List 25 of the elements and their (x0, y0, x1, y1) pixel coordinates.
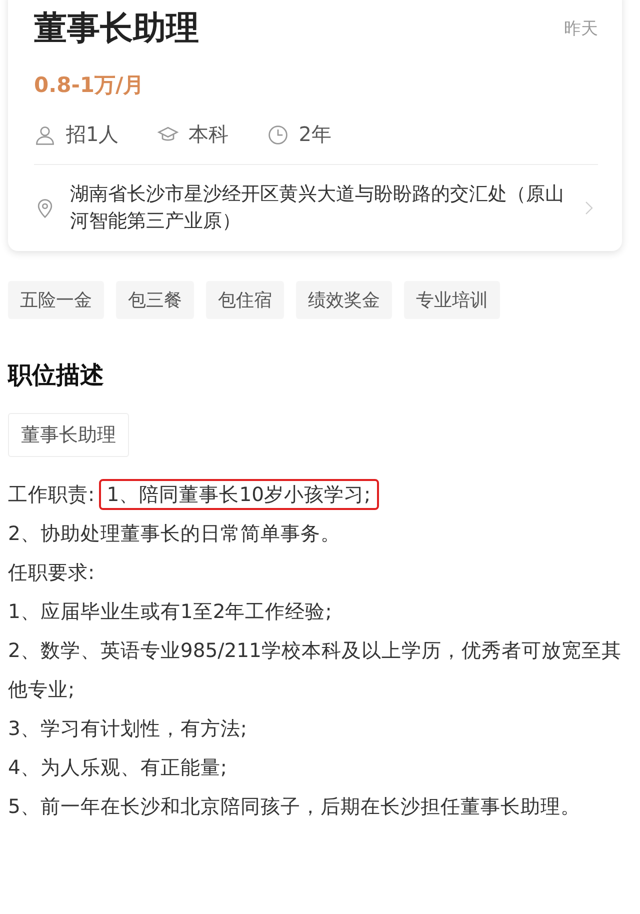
job-requirement: 2年 (298, 121, 332, 148)
field-label: 工作职责: (8, 483, 95, 506)
category-tag: 董事长助理 (8, 413, 129, 457)
description-text: 1、应届毕业生或有1至2年工作经验; (8, 600, 332, 623)
job-requirement: 招1人 (66, 121, 119, 148)
benefit-tag: 绩效奖金 (296, 281, 392, 319)
job-title: 董事长助理 (34, 7, 199, 49)
description-text: 5、前一年在长沙和北京陪同孩子，后期在长沙担任董事长助理。 (8, 795, 580, 818)
benefit-tag: 包三餐 (116, 281, 194, 319)
description-text: 3、学习有计划性，有方法; (8, 717, 247, 740)
description-text: 任职要求: (8, 561, 95, 584)
description-text: 4、为人乐观、有正能量; (8, 756, 227, 779)
address[interactable]: 湖南省长沙市星沙经开区黄兴大道与盼盼路的交汇处（原山河智能第三产业原） (70, 181, 566, 235)
benefit-tag: 专业培训 (404, 281, 500, 319)
description-text: 2、数学、英语专业985/211学校本科及以上学历，优秀者可放宽至其他专业; (8, 639, 622, 701)
person-icon (34, 124, 56, 146)
benefit-tag: 五险一金 (8, 281, 104, 319)
salary: 0.8-1万/月 (34, 72, 146, 99)
benefit-tag: 包住宿 (206, 281, 284, 319)
highlighted-text: 1、陪同董事长10岁小孩学习; (100, 481, 377, 508)
job-requirement: 本科 (188, 121, 229, 148)
posted-date: 昨天 (564, 18, 598, 40)
description-text: 2、协助处理董事长的日常简单事务。 (8, 522, 340, 545)
clock-icon (266, 124, 289, 146)
section-heading: 职位描述 (8, 360, 105, 391)
